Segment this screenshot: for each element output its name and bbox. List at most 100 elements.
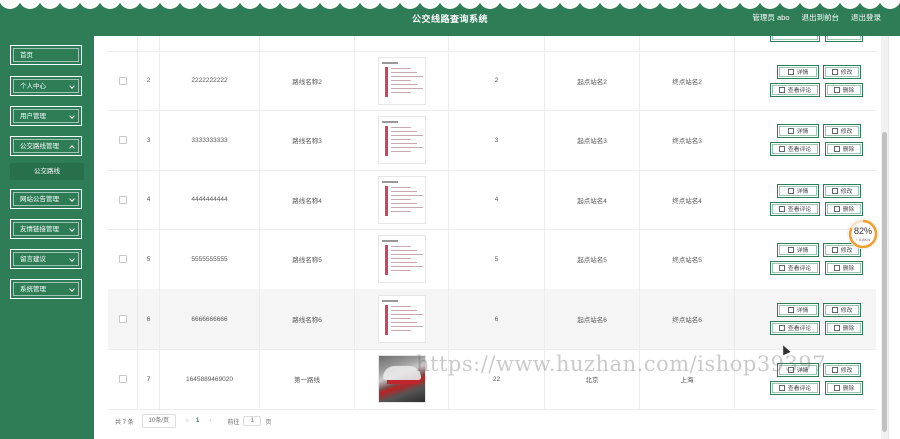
view-comments-button[interactable]: 查看评论 xyxy=(770,261,820,275)
view-comments-button[interactable]: 查看评论 xyxy=(770,202,820,216)
table-row: 5 5555555555 路线名称5 5 起点站名5 终点站名5 详情 修改 查看评论 删除 xyxy=(108,229,876,290)
delete-button[interactable]: 删除 xyxy=(825,202,863,216)
sidebar-item-feedback[interactable]: 留言建议 xyxy=(10,249,82,269)
route-map-thumbnail[interactable] xyxy=(377,175,426,224)
station-count: 6 xyxy=(449,289,545,349)
chevron-down-icon xyxy=(69,196,75,202)
edit-icon xyxy=(831,188,838,194)
pencil-icon xyxy=(778,206,785,212)
view-comments-button[interactable] xyxy=(770,36,820,42)
chevron-down-icon xyxy=(69,113,75,119)
detail-button[interactable]: 详情 xyxy=(777,243,819,257)
sidebar-item-label: 公交路线管理 xyxy=(20,143,59,150)
detail-button[interactable]: 详情 xyxy=(777,184,819,198)
edit-button[interactable]: 修改 xyxy=(823,65,861,79)
back-to-frontend-link[interactable]: 退出到前台 xyxy=(802,12,840,23)
logout-link[interactable]: 退出登录 xyxy=(851,12,881,23)
row-checkbox[interactable] xyxy=(118,195,127,204)
route-map-thumbnail[interactable] xyxy=(377,295,426,343)
row-checkbox[interactable] xyxy=(118,315,127,323)
sidebar-item-label: 网站公告管理 xyxy=(20,196,59,203)
sidebar-item-label: 用户管理 xyxy=(20,113,46,120)
watermark-text: https://www.huzhan.com/ishop39397 xyxy=(416,352,827,376)
edit-button[interactable]: 修改 xyxy=(823,124,861,138)
route-name: 路线名称3 xyxy=(260,110,355,170)
route-number: 3333333333 xyxy=(160,110,260,170)
station-count: 4 xyxy=(449,170,545,229)
pencil-icon xyxy=(778,265,785,271)
edit-icon xyxy=(831,247,838,253)
sidebar-item-bus-route-management[interactable]: 公交路线管理 xyxy=(10,136,82,156)
pencil-icon xyxy=(778,385,785,391)
table-row xyxy=(108,36,876,52)
route-number: 5555555555 xyxy=(160,229,260,289)
row-checkbox[interactable] xyxy=(118,375,127,383)
delete-button[interactable] xyxy=(825,36,863,42)
table-row: 4 4444444444 路线名称4 4 起点站名4 终点站名4 详情 修改 查看评论 删除 xyxy=(108,170,876,230)
progress-percent: 82% xyxy=(853,226,872,236)
sidebar-item-announcement-management[interactable]: 网站公告管理 xyxy=(10,189,82,209)
view-comments-button[interactable]: 查看评论 xyxy=(770,381,820,395)
view-comments-button[interactable]: 查看评论 xyxy=(770,142,820,156)
delete-button[interactable]: 删除 xyxy=(825,321,863,335)
route-number: 4444444444 xyxy=(160,170,260,229)
sidebar-subitem-bus-route[interactable]: 公交路线 xyxy=(10,163,84,180)
row-checkbox[interactable] xyxy=(118,136,127,144)
document-icon xyxy=(787,307,794,313)
route-map-thumbnail[interactable] xyxy=(377,235,426,283)
detail-button[interactable]: 详情 xyxy=(777,124,819,138)
sidebar-item-user-management[interactable]: 用户管理 xyxy=(10,106,82,126)
route-number: 1645889469020 xyxy=(160,349,260,409)
prev-page-button[interactable]: ‹ xyxy=(186,418,188,424)
sidebar-item-personal-center[interactable]: 个人中心 xyxy=(10,76,82,96)
pencil-icon xyxy=(778,325,785,331)
view-comments-button[interactable]: 查看评论 xyxy=(770,83,820,97)
row-index: 5 xyxy=(138,229,160,289)
trash-icon xyxy=(833,325,840,331)
route-name: 路线名称6 xyxy=(260,289,355,349)
row-checkbox[interactable] xyxy=(118,76,127,85)
row-index: 2 xyxy=(138,51,160,110)
delete-button[interactable]: 删除 xyxy=(825,83,863,97)
end-station: 终点站名6 xyxy=(640,289,735,349)
page-suffix: 页 xyxy=(265,419,272,426)
delete-button[interactable]: 删除 xyxy=(825,381,863,395)
route-map-thumbnail[interactable] xyxy=(377,56,426,105)
detail-button[interactable]: 详情 xyxy=(777,65,819,79)
row-checkbox[interactable] xyxy=(118,255,127,263)
page-size-select[interactable]: 10条/页 xyxy=(141,414,177,428)
admin-name: 管理员 abo xyxy=(752,13,790,22)
scrollbar-thumb[interactable] xyxy=(882,132,887,432)
view-comments-button[interactable]: 查看评论 xyxy=(770,321,820,335)
chevron-up-icon xyxy=(69,145,75,151)
delete-button[interactable]: 删除 xyxy=(825,261,863,275)
next-page-button[interactable]: › xyxy=(209,418,211,424)
document-icon xyxy=(787,247,794,253)
sidebar-item-system-management[interactable]: 系统管理 xyxy=(10,279,82,299)
edit-button[interactable]: 修改 xyxy=(823,303,861,317)
page-jump-input[interactable]: 1 xyxy=(243,416,262,426)
chevron-down-icon xyxy=(69,256,75,262)
sidebar-item-link-management[interactable]: 友情链接管理 xyxy=(10,219,82,239)
edit-button[interactable]: 修改 xyxy=(823,363,861,377)
total-count: 共 7 条 xyxy=(115,419,134,426)
sidebar: 首页 个人中心 用户管理 公交路线管理 公交路线 网站公告管理 友情链接管理 留… xyxy=(0,36,94,439)
detail-button[interactable]: 详情 xyxy=(777,303,819,317)
page-number-current[interactable]: 1 xyxy=(196,418,199,424)
goto-label: 前往 xyxy=(227,419,240,426)
network-speed-widget[interactable]: 82% ↑ 0.8K/s xyxy=(848,219,878,249)
chevron-down-icon xyxy=(69,286,75,292)
table-row: 2 2222222222 路线名称2 2 起点站名2 终点站名2 详情 修改 查看评论 删除 xyxy=(108,51,876,111)
start-station: 起点站名6 xyxy=(545,289,640,349)
station-count: 2 xyxy=(449,51,545,110)
edit-icon xyxy=(831,128,838,134)
sidebar-item-label: 个人中心 xyxy=(20,83,46,90)
sidebar-item-home[interactable]: 首页 xyxy=(10,45,82,65)
route-map-thumbnail[interactable] xyxy=(377,116,426,164)
route-name: 路线名称4 xyxy=(260,170,355,229)
delete-button[interactable]: 删除 xyxy=(825,142,863,156)
edit-button[interactable]: 修改 xyxy=(823,184,861,198)
trash-icon xyxy=(833,146,840,152)
vertical-scrollbar[interactable] xyxy=(881,36,888,439)
start-station: 起点站名5 xyxy=(545,229,640,289)
